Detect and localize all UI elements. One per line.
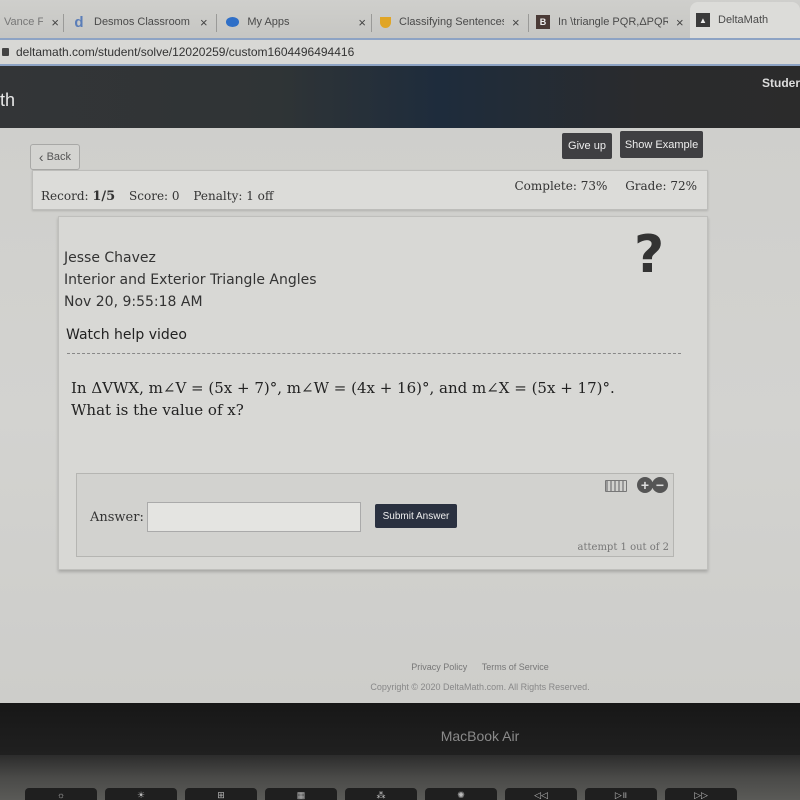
progress-stats: Complete: 73% Grade: 72% (500, 179, 697, 193)
chevron-left-icon: ‹ (38, 149, 44, 165)
brightness-down-key: ☼ (25, 788, 97, 800)
url-text[interactable]: deltamath.com/student/solve/12020259/cus… (16, 45, 354, 59)
grade-value: 72% (670, 179, 697, 193)
answer-input[interactable] (147, 502, 361, 532)
give-up-button[interactable]: Give up (562, 133, 612, 159)
question-mark-icon[interactable]: ? (634, 229, 664, 281)
tab-separator (63, 14, 64, 32)
tab-title: In \triangle PQR,ΔPQR (558, 16, 668, 28)
record-value: 1/5 (92, 189, 116, 204)
dashed-divider (67, 353, 681, 354)
tab-title: Classifying Sentences (399, 16, 504, 28)
tab-title: Vance F (4, 16, 44, 28)
terms-of-service-link[interactable]: Terms of Service (482, 662, 549, 672)
deltamath-icon: ▲ (696, 13, 710, 27)
complete-label: Complete: (514, 179, 577, 193)
close-icon[interactable]: × (676, 15, 684, 30)
student-name: Jesse Chavez (64, 250, 156, 266)
keyboard-light-down-key: ⁂ (345, 788, 417, 800)
record-label: Record: (41, 189, 89, 203)
back-button[interactable]: ‹ Back (30, 144, 80, 170)
grade-label: Grade: (625, 179, 667, 193)
footer-links: Privacy Policy Terms of Service (0, 662, 800, 672)
tab-separator (216, 14, 217, 32)
address-bar[interactable]: deltamath.com/student/solve/12020259/cus… (0, 38, 800, 66)
brand-logo-text[interactable]: th (0, 90, 15, 111)
grade-stat: Grade: 72% (625, 179, 697, 193)
question-text: In ΔVWX, m∠V = (5x + 7)°, m∠W = (4x + 16… (71, 377, 615, 421)
launchpad-key: ▦ (265, 788, 337, 800)
submit-answer-button[interactable]: Submit Answer (375, 504, 457, 528)
tab-deltamath[interactable]: ▲ DeltaMath (690, 2, 800, 38)
site-header: th Studer (0, 66, 800, 128)
watch-help-video-link[interactable]: Watch help video (66, 327, 187, 343)
play-pause-key: ▷॥ (585, 788, 657, 800)
fast-forward-key: ▷▷ (665, 788, 737, 800)
bookmark-b-icon: B (536, 15, 550, 29)
problem-card: Jesse Chavez Interior and Exterior Trian… (58, 216, 708, 570)
shield-icon (380, 16, 391, 28)
tab-title: DeltaMath (718, 14, 769, 26)
tab-separator (371, 14, 372, 32)
tab-classifying-sentences[interactable]: Classifying Sentences × (380, 6, 525, 38)
close-icon[interactable]: × (358, 15, 366, 30)
zoom-out-icon[interactable]: − (652, 477, 668, 493)
tab-vance[interactable]: Vance F × (4, 6, 59, 38)
close-icon[interactable]: × (512, 15, 520, 30)
complete-stat: Complete: 73% (514, 179, 607, 193)
cloud-icon (226, 17, 240, 27)
student-menu-link[interactable]: Studer (762, 76, 800, 90)
question-line-1: In ΔVWX, m∠V = (5x + 7)°, m∠W = (4x + 16… (71, 379, 615, 397)
score-label: Score: (129, 189, 169, 203)
question-line-2: What is the value of x? (71, 401, 244, 419)
score-stat: Score: 0 (129, 189, 180, 203)
rewind-key: ◁◁ (505, 788, 577, 800)
keyboard-light-up-key: ✺ (425, 788, 497, 800)
brightness-up-key: ☀ (105, 788, 177, 800)
show-example-button[interactable]: Show Example (620, 131, 703, 158)
answer-area: + − Answer: Submit Answer attempt 1 out … (76, 473, 674, 557)
back-label: Back (46, 151, 72, 163)
tab-my-apps[interactable]: My Apps × (226, 6, 366, 38)
zoom-in-icon[interactable]: + (637, 477, 653, 493)
close-icon[interactable]: × (200, 15, 208, 30)
attempt-counter: attempt 1 out of 2 (577, 542, 669, 553)
score-value: 0 (171, 189, 180, 203)
answer-label: Answer: (90, 510, 144, 525)
desmos-d-icon: d (74, 13, 84, 31)
tab-triangle-pqr[interactable]: B In \triangle PQR,ΔPQR × (536, 6, 686, 38)
record-stat: Record: 1/5 (41, 189, 116, 204)
close-icon[interactable]: × (51, 15, 59, 30)
lock-icon (2, 48, 9, 56)
laptop-bezel: MacBook Air (0, 703, 800, 755)
mission-control-key: ⊞ (185, 788, 257, 800)
tab-separator (528, 14, 529, 32)
tab-desmos[interactable]: d Desmos Classroom Ac × (72, 6, 212, 38)
penalty-value: 1 off (246, 189, 274, 203)
keyboard-deck: ☼ ☀ ⊞ ▦ ⁂ ✺ ◁◁ ▷॥ ▷▷ (0, 755, 800, 800)
penalty-stat: Penalty: 1 off (193, 189, 273, 203)
tab-title: My Apps (247, 16, 290, 28)
complete-value: 73% (580, 179, 608, 193)
assignment-title: Interior and Exterior Triangle Angles (64, 272, 317, 288)
problem-meta: Jesse Chavez Interior and Exterior Trian… (64, 247, 317, 313)
timestamp: Nov 20, 9:55:18 AM (64, 294, 203, 310)
tab-title: Desmos Classroom Ac (94, 16, 192, 28)
penalty-label: Penalty: (193, 189, 243, 203)
record-bar: Record: 1/5 Score: 0 Penalty: 1 off Comp… (32, 170, 708, 210)
device-label: MacBook Air (440, 728, 520, 744)
browser-tab-bar: Vance F × d Desmos Classroom Ac × My App… (0, 0, 800, 38)
keyboard-icon[interactable] (605, 480, 627, 492)
record-stats: Record: 1/5 Score: 0 Penalty: 1 off (41, 189, 283, 204)
copyright-text: Copyright © 2020 DeltaMath.com. All Righ… (370, 682, 590, 692)
page-content: ‹ Back Give up Show Example Record: 1/5 … (0, 128, 800, 703)
privacy-policy-link[interactable]: Privacy Policy (411, 662, 467, 672)
